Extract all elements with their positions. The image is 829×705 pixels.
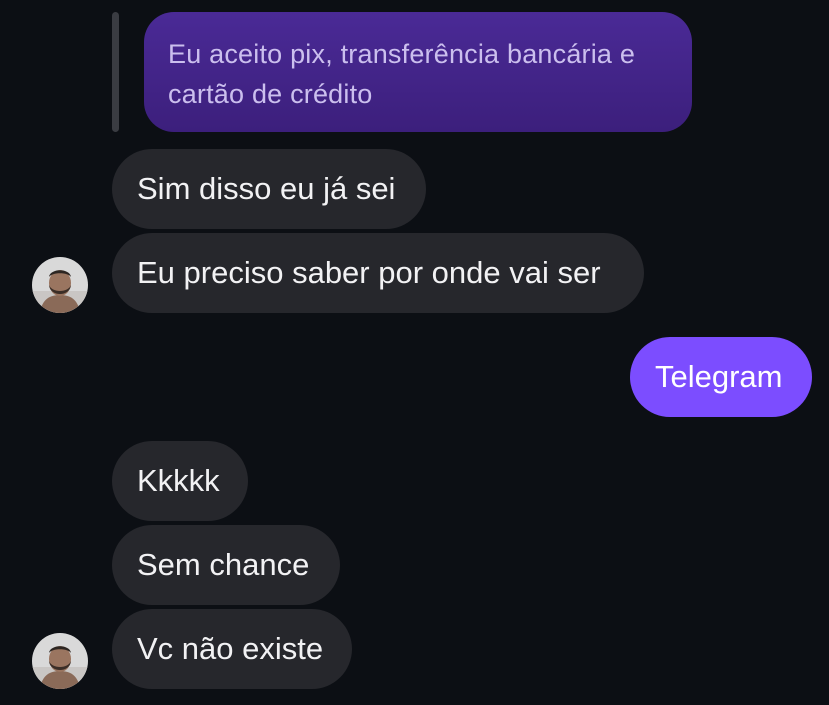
message-bubble-received[interactable]: Kkkkk — [112, 441, 248, 521]
contact-avatar[interactable] — [32, 633, 88, 689]
message-bubble-received[interactable]: Eu preciso saber por onde vai ser — [112, 233, 644, 313]
contact-avatar[interactable] — [32, 257, 88, 313]
avatar-photo-icon — [32, 257, 88, 313]
chat-thread: Eu aceito pix, transferência bancária e … — [0, 0, 829, 705]
quoted-message-bubble[interactable]: Eu aceito pix, transferência bancária e … — [144, 12, 692, 132]
message-bubble-received[interactable]: Vc não existe — [112, 609, 352, 689]
message-bubble-received[interactable]: Sim disso eu já sei — [112, 149, 426, 229]
message-bubble-sent[interactable]: Telegram — [630, 337, 812, 417]
message-bubble-received[interactable]: Sem chance — [112, 525, 340, 605]
reply-quote-bar — [112, 12, 119, 132]
avatar-photo-icon — [32, 633, 88, 689]
